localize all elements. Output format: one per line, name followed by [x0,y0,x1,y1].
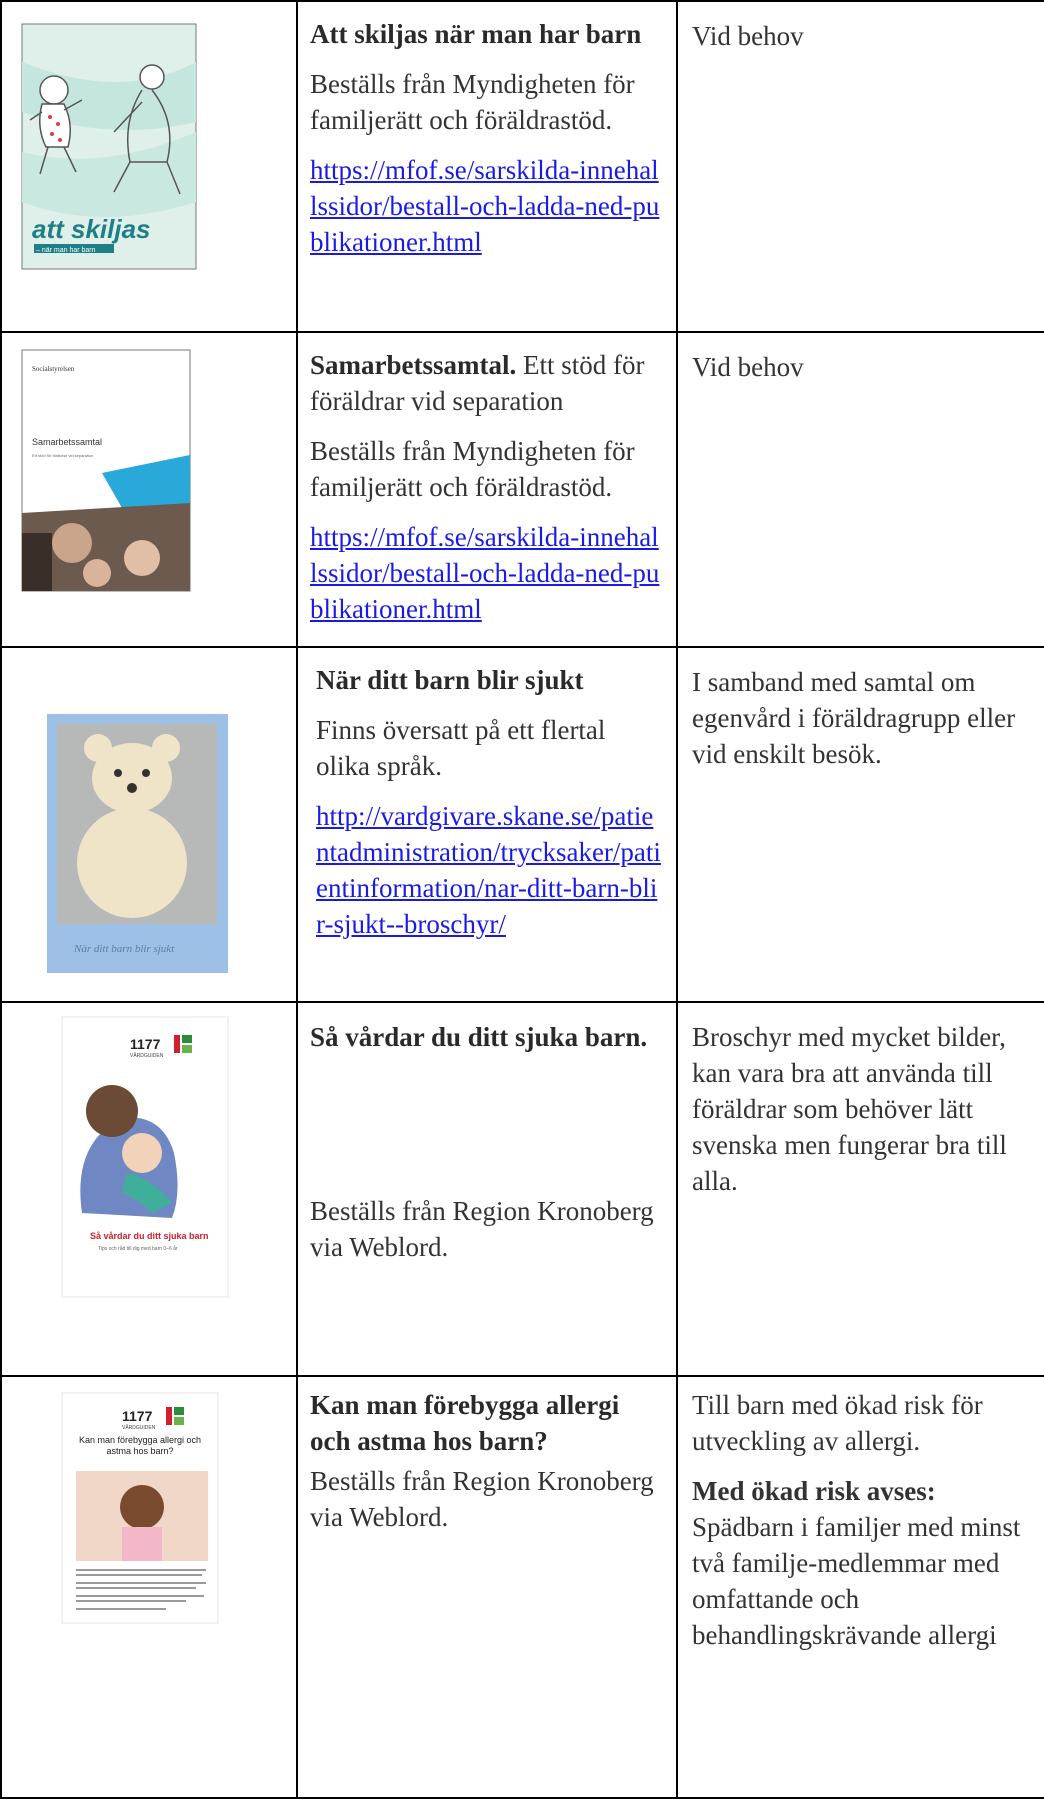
risk-heading: Med ökad risk avses: [692,1476,936,1506]
usage-text: Vid behov [692,21,804,51]
brochure-title: Kan man förebygga allergi och astma hos … [310,1390,620,1456]
brochure-link[interactable]: https://mfof.se/sarskilda-innehallssidor… [310,155,659,257]
usage-cell: Till barn med ökad risk för utveckling a… [676,1375,1044,1799]
cover-brand: 1177 [130,1036,161,1052]
cover-nar-ditt-barn: När ditt barn blir sjukt [47,714,228,973]
brochure-title: Så vårdar du ditt sjuka barn. [310,1022,648,1052]
cover-publisher: Socialstyrelsen [32,365,75,373]
usage-cell: Broschyr med mycket bilder, kan vara bra… [676,1001,1044,1377]
cover-cell: att skiljas – när man har barn [0,0,298,333]
usage-text: Vid behov [692,352,804,382]
cover-title: När ditt barn blir sjukt [73,943,175,955]
order-info: Finns översatt på ett flertal olika språ… [316,715,606,781]
usage-cell: I samband med samtal om egenvård i föräl… [676,646,1044,1003]
usage-text: I samband med samtal om egenvård i föräl… [692,667,1016,769]
table-row: 1177 VÅRDGUIDEN Så vårdar du ditt sjuka … [0,1001,1044,1377]
cover-brand-sub: VÅRDGUIDEN [122,1424,156,1431]
usage-cell: Vid behov [676,331,1044,648]
table-row: 1177 VÅRDGUIDEN Kan man förebygga allerg… [0,1375,1044,1799]
cover-att-skiljas: att skiljas – när man har barn [21,23,197,270]
cover-title: Så vårdar du ditt sjuka barn [90,1231,209,1241]
description-cell: Så vårdar du ditt sjuka barn. Beställs f… [296,1001,678,1377]
brochure-title: När ditt barn blir sjukt [316,665,584,695]
cover-brand: 1177 [122,1408,153,1424]
cover-subtitle: Ett stöd för föräldrar vid separation [32,453,93,458]
usage-text: Broschyr med mycket bilder, kan vara bra… [692,1022,1007,1196]
order-info: Beställs från Myndigheten för familjerät… [310,69,635,135]
cover-samarbetssamtal: Socialstyrelsen Samarbetssamtal Ett stöd… [21,349,191,592]
cover-title: att skiljas [32,214,151,244]
brochure-link[interactable]: http://vardgivare.skane.se/patientadmini… [316,801,661,939]
risk-text: Spädbarn i familjer med minst två familj… [692,1512,1021,1650]
order-info: Beställs från Region Kronoberg via Weblo… [310,1196,654,1262]
description-cell: Att skiljas när man har barn Beställs fr… [296,0,678,333]
table-row: att skiljas – när man har barn Att skilj… [0,0,1044,333]
cover-title: Kan man förebygga allergi och astma hos … [78,1435,202,1456]
cover-sa-vardar-du: 1177 VÅRDGUIDEN Så vårdar du ditt sjuka … [61,1016,229,1298]
description-cell: Samarbetssamtal. Ett stöd för föräldrar … [296,331,678,648]
usage-cell: Vid behov [676,0,1044,333]
cover-cell: Socialstyrelsen Samarbetssamtal Ett stöd… [0,331,298,648]
cover-subtitle: Tips och råd till dig med barn 0–6 år [98,1245,178,1252]
brochure-title: Att skiljas när man har barn [310,19,642,49]
cover-title: Samarbetssamtal [32,437,102,447]
table-row: När ditt barn blir sjukt När ditt barn b… [0,646,1044,1003]
order-info: Beställs från Region Kronoberg via Weblo… [310,1466,654,1532]
table-row: Socialstyrelsen Samarbetssamtal Ett stöd… [0,331,1044,648]
cover-kan-man-forebygga: 1177 VÅRDGUIDEN Kan man förebygga allerg… [61,1392,219,1624]
cover-brand-sub: VÅRDGUIDEN [130,1052,164,1059]
cover-cell: 1177 VÅRDGUIDEN Så vårdar du ditt sjuka … [0,1001,298,1377]
brochure-link[interactable]: https://mfof.se/sarskilda-innehallssidor… [310,522,659,624]
cover-cell: 1177 VÅRDGUIDEN Kan man förebygga allerg… [0,1375,298,1799]
brochure-table: att skiljas – när man har barn Att skilj… [0,0,1044,1799]
usage-text: Till barn med ökad risk för utveckling a… [692,1390,983,1456]
brochure-title: Samarbetssamtal. [310,350,517,380]
description-cell: När ditt barn blir sjukt Finns översatt … [296,646,678,1003]
cover-cell: När ditt barn blir sjukt [0,646,298,1003]
description-cell: Kan man förebygga allergi och astma hos … [296,1375,678,1799]
cover-subtitle: – när man har barn [36,247,96,254]
order-info: Beställs från Myndigheten för familjerät… [310,436,635,502]
